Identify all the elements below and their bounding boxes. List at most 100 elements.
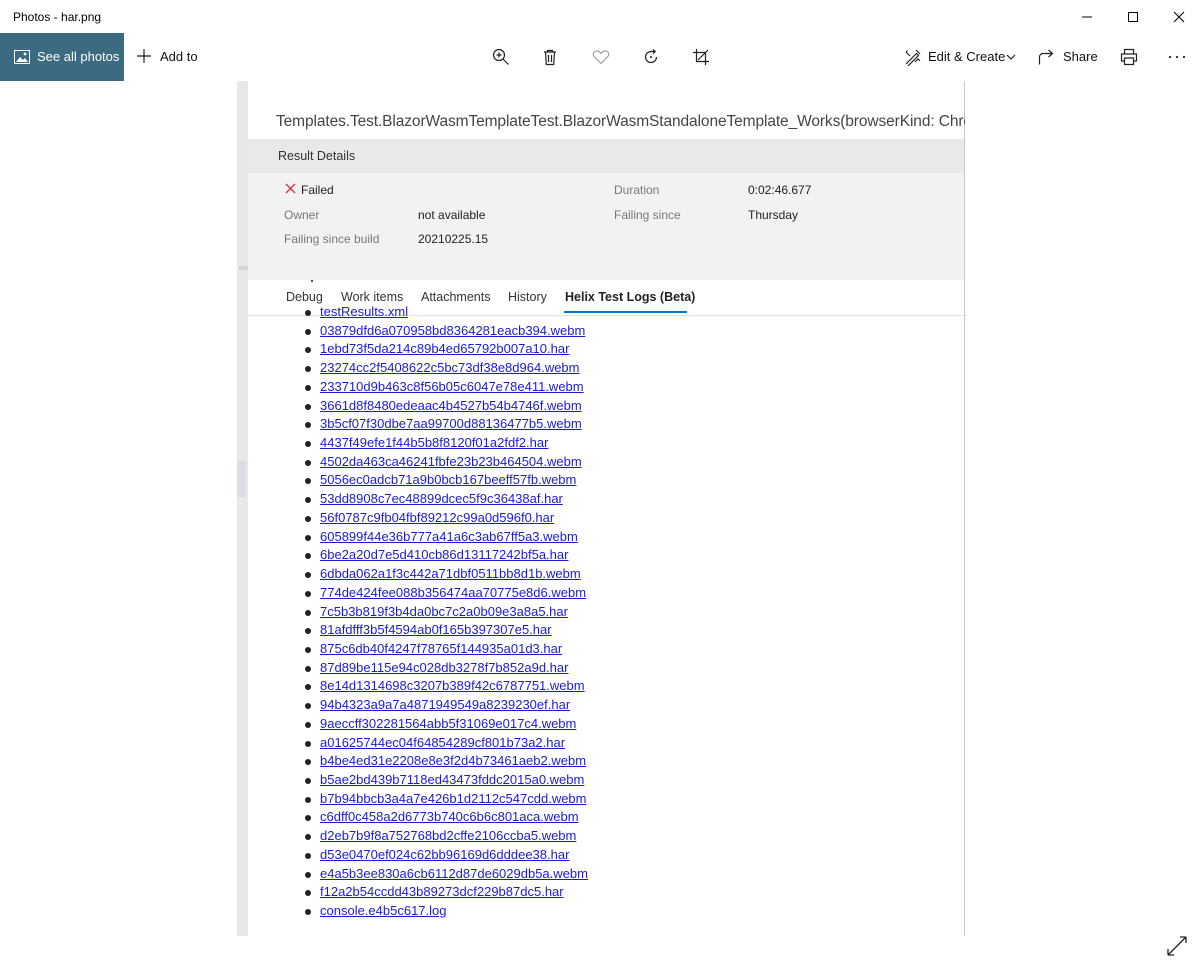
file-link[interactable]: a01625744ec04f64854289cf801b73a2.har [320,735,565,750]
list-bullet [305,422,311,429]
list-bullet [305,553,311,560]
rotate-button[interactable] [636,33,666,81]
print-icon [1120,48,1138,66]
tab-attachments[interactable]: Attachments [421,290,490,304]
list-bullet [305,478,311,485]
see-all-photos-label: See all photos [37,49,120,64]
list-bullet [305,497,311,504]
see-all-photos-button[interactable]: See all photos [0,33,124,81]
title-bar: Photos - har.png [0,0,1202,33]
file-link[interactable]: 605899f44e36b777a41a6c3ab67ff5a3.webm [320,529,578,544]
file-link[interactable]: 5056ec0adcb71a9b0bcb167beeff57fb.webm [320,472,576,487]
share-icon [1038,49,1054,65]
zoom-button[interactable] [486,33,516,81]
expand-icon[interactable] [1165,934,1189,958]
zoom-in-icon [492,48,509,65]
print-button[interactable] [1114,33,1144,81]
file-link[interactable]: 23274cc2f5408622c5bc73df38e8d964.webm [320,360,580,375]
file-link[interactable]: 6dbda062a1f3c442a71dbf0511bb8d1b.webm [320,566,581,581]
edit-create-icon [905,49,921,66]
file-link[interactable]: b5ae2bd439b7118ed43473fddc2015a0.webm [320,772,584,787]
failing-since-value: Thursday [748,208,799,222]
file-link[interactable]: 4437f49efe1f44b5b8f8120f01a2fdf2.har [320,435,548,450]
status-value: Failed [301,183,334,197]
file-link[interactable]: f12a2b54ccdd43b89273dcf229b87dc5.har [320,884,564,899]
strip-mark [237,461,246,497]
list-bullet [305,684,311,691]
file-link[interactable]: 233710d9b463c8f56b05c6047e78e411.webm [320,379,584,394]
fail-x-icon [285,183,296,194]
file-link[interactable]: 1ebd73f5da214c89b4ed65792b007a10.har [320,341,569,356]
file-link[interactable]: 774de424fee088b356474aa70775e8d6.webm [320,585,586,600]
result-details-header: Result Details [248,139,964,173]
file-link[interactable]: 3661d8f8480edeaac4b4527b54b4746f.webm [320,398,582,413]
list-bullet [305,628,311,635]
list-bullet [305,609,311,616]
minimize-button[interactable] [1064,0,1110,33]
list-bullet [305,796,311,803]
file-link[interactable]: 6be2a20d7e5d410cb86d13117242bf5a.har [320,547,568,562]
file-link[interactable]: 53dd8908c7ec48899dcec5f9c36438af.har [320,491,563,506]
list-bullet [305,740,311,747]
file-link[interactable]: console.e4b5c617.log [320,903,447,918]
tab-debug[interactable]: Debug [286,290,323,304]
more-button[interactable] [1162,33,1192,81]
list-bullet [305,590,311,597]
result-details-panel: Result Details Failed Duration 0:02:46.6… [248,139,964,280]
maximize-icon [1128,12,1138,22]
list-bullet [305,384,311,391]
favorite-button[interactable] [586,33,616,81]
crop-button[interactable] [686,33,716,81]
add-to-button[interactable]: Add to [130,33,200,81]
list-bullet [305,459,311,466]
list-bullet [305,515,311,522]
file-link[interactable]: 875c6db40f4247f78765f144935a01d3.har [320,641,562,656]
list-bullet [305,441,311,448]
list-bullet [305,534,311,541]
active-tab-indicator [564,311,687,313]
photo-canvas: Templates.Test.BlazorWasmTemplateTest.Bl… [237,81,965,936]
crop-icon [693,49,709,65]
list-bullet [305,890,311,897]
file-link[interactable]: b7b94bbcb3a4a7e426b1d2112c547cdd.webm [320,791,587,806]
clipped-bullet [311,280,313,282]
tab-helix-test-logs[interactable]: Helix Test Logs (Beta) [565,290,695,304]
list-bullet [305,759,311,766]
delete-button[interactable] [535,33,565,81]
photos-toolbar: See all photos Add to Edit & Create Shar… [0,33,1202,81]
tab-history[interactable]: History [508,290,547,304]
minimize-icon [1082,16,1092,18]
list-bullet [305,403,311,410]
result-details-title: Result Details [278,149,356,163]
file-link[interactable]: 4502da463ca46241fbfe23b23b464504.webm [320,454,582,469]
file-link[interactable]: 81afdfff3b5f4594ab0f165b397307e5.har [320,622,552,637]
close-button[interactable] [1156,0,1202,33]
file-link[interactable]: d53e0470ef024c62bb96169d6dddee38.har [320,847,569,862]
file-link[interactable]: 9aeccff302281564abb5f31069e017c4.webm [320,716,576,731]
rotate-icon [644,49,658,64]
list-bullet [305,347,311,354]
file-link[interactable]: 94b4323a9a7a4871949549a8239230ef.har [320,697,570,712]
file-link[interactable]: 87d89be115e94c028db3278f7b852a9d.har [320,660,568,675]
file-link[interactable]: 3b5cf07f30dbe7aa99700d88136477b5.webm [320,416,582,431]
owner-label: Owner [284,208,320,222]
file-link[interactable]: 8e14d1314698c3207b389f42c6787751.webm [320,678,585,693]
file-link[interactable]: 7c5b3b819f3b4da0bc7c2a0b09e3a8a5.har [320,604,568,619]
file-link[interactable]: c6dff0c458a2d6773b740c6b6c801aca.webm [320,809,579,824]
file-link[interactable]: e4a5b3ee830a6cb6112d87de6029db5a.webm [320,866,588,881]
list-bullet [305,703,311,710]
file-link[interactable]: 03879dfd6a070958bd8364281eacb394.webm [320,323,585,338]
file-link[interactable]: b4be4ed31e2208e8e3f2d4b73461aeb2.webm [320,753,586,768]
list-bullet [305,834,311,841]
maximize-button[interactable] [1110,0,1156,33]
file-link[interactable]: testResults.xml [320,304,408,319]
list-bullet [305,328,311,335]
test-title: Templates.Test.BlazorWasmTemplateTest.Bl… [276,113,965,130]
tab-work-items[interactable]: Work items [341,290,403,304]
list-bullet [305,871,311,878]
edit-create-button[interactable]: Edit & Create [898,33,1022,81]
plus-icon [137,49,151,63]
file-link[interactable]: d2eb7b9f8a752768bd2cffe2106ccba5.webm [320,828,576,843]
file-link[interactable]: 56f0787c9fb04fbf89212c99a0d596f0.har [320,510,554,525]
share-button[interactable]: Share [1032,33,1102,81]
